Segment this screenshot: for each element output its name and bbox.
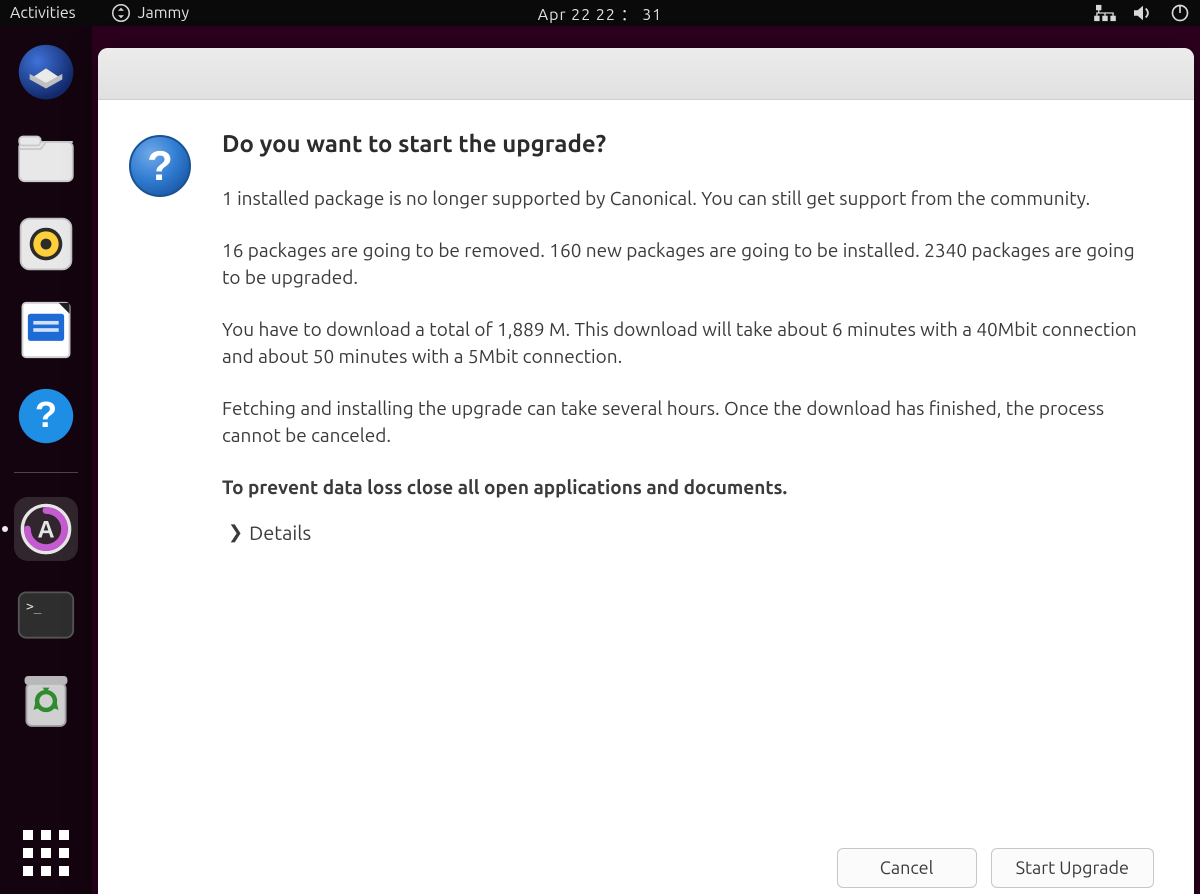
dock-app-files[interactable] [14,126,78,190]
upgrade-dialog-window: ? Do you want to start the upgrade? 1 in… [98,48,1194,894]
top-panel: Activities Jammy Apr 22 22 ： 31 [0,0,1200,26]
help-icon: ? [17,387,75,445]
dock-separator [14,472,78,473]
app-menu[interactable]: Jammy [112,4,189,22]
dock-app-help[interactable]: ? [14,384,78,448]
dialog-paragraph-1: 1 installed package is no longer support… [222,185,1154,213]
dock-app-writer[interactable] [14,298,78,362]
chevron-right-icon: ❯ [228,522,243,543]
dock-app-terminal[interactable]: >_ [14,583,78,647]
activities-button[interactable]: Activities [10,4,76,22]
svg-text:A: A [37,517,54,543]
dock: ? A >_ [0,26,92,894]
details-expander[interactable]: ❯ Details [228,521,311,544]
speaker-icon [17,215,75,273]
dock-app-thunderbird[interactable] [14,40,78,104]
dock-app-trash[interactable] [14,669,78,733]
app-menu-label: Jammy [138,4,189,22]
dialog-paragraph-3: You have to download a total of 1,889 M.… [222,316,1154,371]
cancel-button[interactable]: Cancel [837,848,977,888]
apps-grid-icon [23,830,69,876]
updater-appmenu-icon [112,4,130,22]
dialog-heading: Do you want to start the upgrade? [222,130,1154,157]
show-applications-button[interactable] [0,830,92,876]
start-upgrade-button[interactable]: Start Upgrade [991,848,1154,888]
dialog-button-row: Cancel Start Upgrade [98,848,1194,894]
trash-icon [21,672,71,730]
dock-app-rhythmbox[interactable] [14,212,78,276]
running-indicator-icon [2,526,8,532]
dialog-paragraph-2: 16 packages are going to be removed. 160… [222,237,1154,292]
window-titlebar[interactable] [98,48,1194,100]
folder-icon [17,133,75,183]
power-icon[interactable] [1170,3,1190,23]
details-label: Details [249,521,311,544]
svg-text:?: ? [35,394,57,435]
volume-icon[interactable] [1132,4,1154,22]
question-dialog-icon: ? [128,134,192,198]
dock-app-software-updater[interactable]: A [14,497,78,561]
dialog-paragraph-4: Fetching and installing the upgrade can … [222,395,1154,450]
writer-icon [20,301,72,359]
svg-text:>_: >_ [26,598,42,613]
thunderbird-icon [17,43,75,101]
dialog-warning: To prevent data loss close all open appl… [222,474,1154,502]
terminal-icon: >_ [17,590,75,640]
software-updater-icon: A [19,502,73,556]
network-icon[interactable] [1094,4,1116,22]
svg-text:?: ? [147,142,173,189]
clock[interactable]: Apr 22 22 ： 31 [538,1,663,25]
